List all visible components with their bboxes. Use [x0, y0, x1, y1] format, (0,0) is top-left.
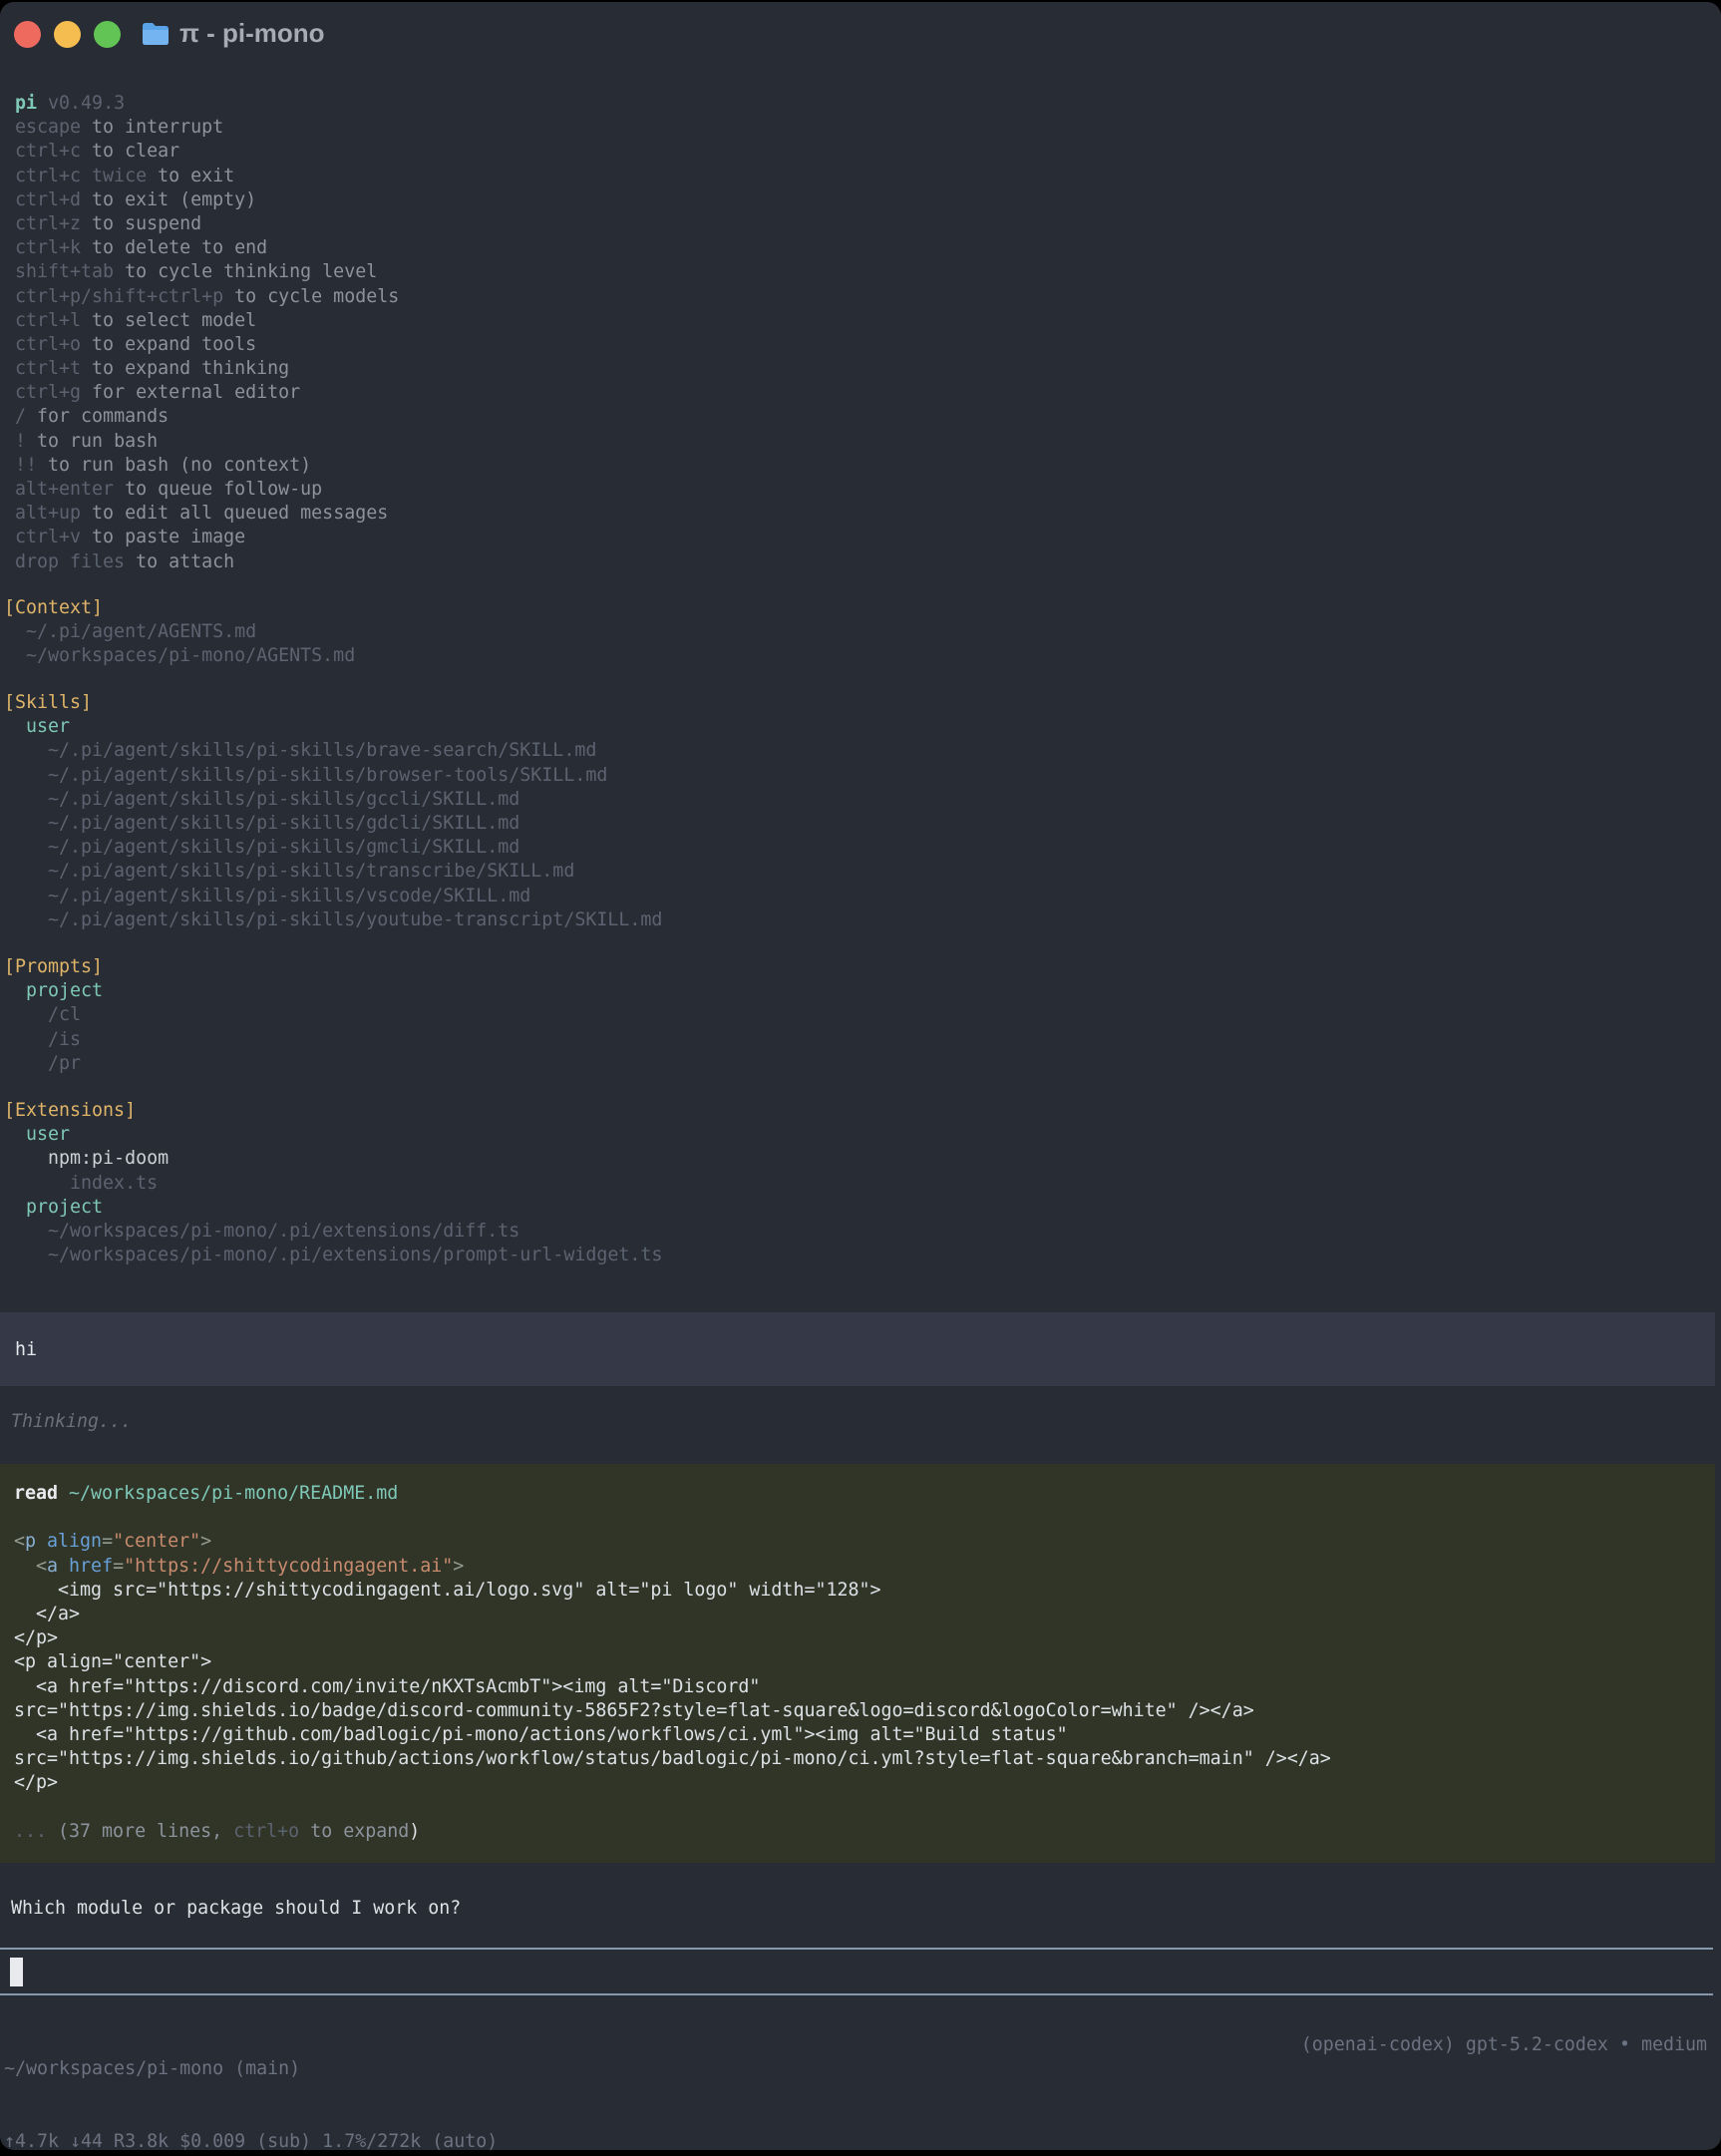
window-title: π - pi-mono — [179, 18, 325, 49]
terminal-line: ctrl+v to paste image — [4, 526, 399, 549]
terminal-line: ... (37 more lines, ctrl+o to expand) — [14, 1820, 1701, 1844]
terminal-line: ctrl+g for external editor — [4, 381, 399, 405]
terminal-line: </a> — [14, 1603, 1701, 1626]
terminal-line: drop files to attach — [4, 550, 399, 574]
terminal-line: ~/.pi/agent/skills/pi-skills/transcribe/… — [4, 860, 662, 884]
tool-output-read[interactable]: read ~/workspaces/pi-mono/README.md <p a… — [0, 1464, 1715, 1863]
user-message: hi — [0, 1312, 1715, 1386]
terminal-line: </p> — [14, 1771, 1701, 1795]
terminal-line: ~/.pi/agent/skills/pi-skills/gdcli/SKILL… — [4, 812, 662, 836]
close-button[interactable] — [14, 21, 41, 48]
terminal-line: read ~/workspaces/pi-mono/README.md — [14, 1482, 1701, 1506]
terminal-line: /is — [4, 1028, 103, 1052]
terminal-window: π - pi-mono pi v0.49.3 escape to interru… — [0, 2, 1721, 2150]
terminal-line: ctrl+t to expand thinking — [4, 357, 399, 381]
terminal-line: ~/.pi/agent/skills/pi-skills/gmcli/SKILL… — [4, 836, 662, 860]
terminal-line: ~/workspaces/pi-mono/.pi/extensions/prom… — [4, 1244, 662, 1267]
terminal-line: <p align="center"> — [14, 1650, 1701, 1674]
terminal-line: ctrl+c to clear — [4, 140, 399, 164]
terminal-line: ! to run bash — [4, 430, 399, 454]
terminal-line: ~/.pi/agent/AGENTS.md — [4, 620, 355, 644]
zoom-button[interactable] — [94, 21, 121, 48]
terminal-line: / for commands — [4, 405, 399, 429]
terminal-line — [14, 1506, 1701, 1530]
terminal-line: ctrl+k to delete to end — [4, 236, 399, 260]
terminal-line: <a href="https://discord.com/invite/nKXT… — [14, 1675, 1701, 1699]
terminal-line: ~/.pi/agent/skills/pi-skills/browser-too… — [4, 764, 662, 788]
terminal-line: alt+up to edit all queued messages — [4, 502, 399, 526]
status-token-stats: ↑4.7k ↓44 R3.8k $0.009 (sub) 1.7%/272k (… — [0, 2130, 1721, 2150]
terminal-line: src="https://img.shields.io/github/actio… — [14, 1747, 1701, 1771]
terminal-line: user — [4, 1123, 662, 1147]
terminal-line: ~/.pi/agent/skills/pi-skills/youtube-tra… — [4, 908, 662, 932]
terminal-line — [14, 1795, 1701, 1819]
terminal-line: alt+enter to queue follow-up — [4, 478, 399, 502]
text-cursor — [10, 1958, 23, 1986]
status-cwd: ~/workspaces/pi-mono (main) — [0, 2057, 1721, 2081]
minimize-button[interactable] — [54, 21, 81, 48]
context-section: [Context] ~/.pi/agent/AGENTS.md ~/worksp… — [0, 596, 355, 669]
terminal-line: [Extensions] — [4, 1099, 662, 1123]
terminal-line: <a href="https://shittycodingagent.ai"> — [14, 1555, 1701, 1579]
terminal-line: ~/.pi/agent/skills/pi-skills/vscode/SKIL… — [4, 885, 662, 908]
terminal-line: !! to run bash (no context) — [4, 454, 399, 478]
terminal-line: [Skills] — [4, 691, 662, 715]
status-bar: ~/workspaces/pi-mono (main) ↑4.7k ↓44 R3… — [0, 2009, 1721, 2150]
terminal-line: ~/.pi/agent/skills/pi-skills/gccli/SKILL… — [4, 788, 662, 812]
terminal-line: user — [4, 715, 662, 739]
terminal-line: ~/workspaces/pi-mono/.pi/extensions/diff… — [4, 1220, 662, 1244]
skills-section: [Skills] user ~/.pi/agent/skills/pi-skil… — [0, 691, 662, 932]
terminal-line: pi v0.49.3 — [4, 92, 399, 116]
terminal-line: src="https://img.shields.io/badge/discor… — [14, 1699, 1701, 1723]
terminal-line: ~/workspaces/pi-mono/AGENTS.md — [4, 644, 355, 668]
terminal-line: [Prompts] — [4, 955, 103, 979]
assistant-message: Which module or package should I work on… — [0, 1897, 461, 1921]
terminal-line: <a href="https://github.com/badlogic/pi-… — [14, 1723, 1701, 1747]
terminal-line: ctrl+o to expand tools — [4, 333, 399, 357]
terminal-line: [Context] — [4, 596, 355, 620]
folder-icon — [142, 22, 170, 46]
terminal-line: <p align="center"> — [14, 1530, 1701, 1554]
terminal-line: ~/.pi/agent/skills/pi-skills/brave-searc… — [4, 739, 662, 763]
thinking-indicator: Thinking... — [0, 1410, 132, 1434]
terminal-line: npm:pi-doom — [4, 1147, 662, 1171]
terminal-line: ctrl+c twice to exit — [4, 165, 399, 188]
terminal-line: escape to interrupt — [4, 116, 399, 140]
terminal-line: </p> — [14, 1626, 1701, 1650]
terminal-line: ctrl+z to suspend — [4, 212, 399, 236]
terminal-line: /pr — [4, 1052, 103, 1076]
terminal-line: ctrl+l to select model — [4, 309, 399, 333]
extensions-section: [Extensions] user npm:pi-doom index.ts p… — [0, 1099, 662, 1267]
terminal-line: ctrl+p/shift+ctrl+p to cycle models — [4, 285, 399, 309]
traffic-lights — [14, 21, 121, 48]
prompt-input[interactable] — [0, 1948, 1713, 1995]
status-model: (openai-codex) gpt-5.2-codex • medium — [1301, 2033, 1707, 2057]
terminal-line: project — [4, 1196, 662, 1220]
titlebar: π - pi-mono — [0, 2, 1721, 64]
prompts-section: [Prompts] project /cl /is /pr — [0, 955, 103, 1076]
terminal-line: /cl — [4, 1003, 103, 1027]
terminal-line: index.ts — [4, 1172, 662, 1196]
terminal-line: project — [4, 979, 103, 1003]
terminal-line: shift+tab to cycle thinking level — [4, 260, 399, 284]
user-message-text: hi — [15, 1339, 37, 1360]
terminal-line: <img src="https://shittycodingagent.ai/l… — [14, 1579, 1701, 1603]
terminal-line: ctrl+d to exit (empty) — [4, 188, 399, 212]
help-block: pi v0.49.3 escape to interrupt ctrl+c to… — [0, 92, 399, 574]
